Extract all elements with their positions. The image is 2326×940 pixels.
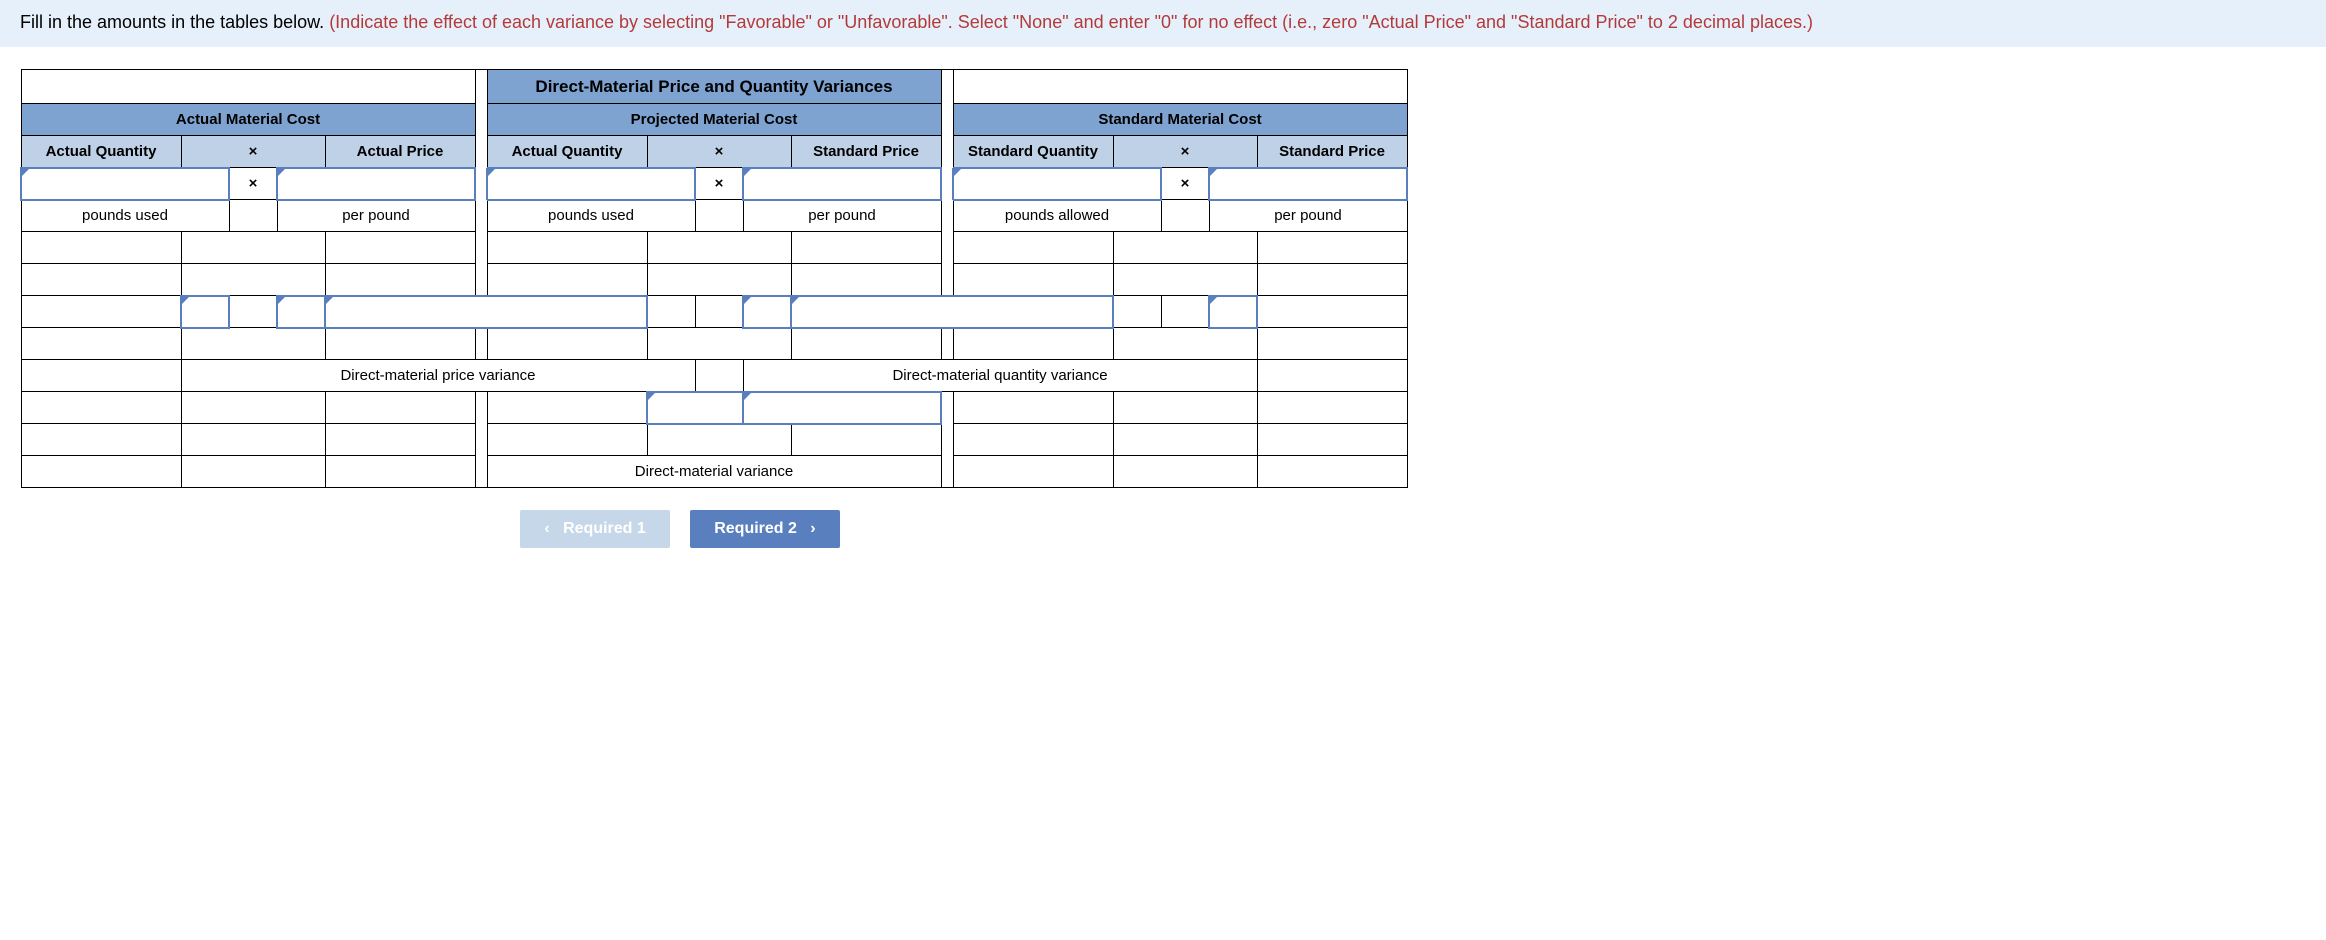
- times-symbol: ×: [695, 168, 743, 200]
- next-button-label: Required 2: [714, 520, 797, 537]
- proj-price-unit: per pound: [743, 200, 941, 232]
- prev-button-label: Required 1: [563, 520, 646, 537]
- proj-standard-price-input[interactable]: [743, 168, 941, 200]
- total-variance-label: Direct-material variance: [487, 456, 941, 488]
- standard-price-input[interactable]: [1209, 168, 1407, 200]
- times-symbol: ×: [647, 136, 791, 168]
- total-variance-input-1b[interactable]: [743, 392, 941, 424]
- prev-button[interactable]: ‹ Required 1: [520, 510, 669, 548]
- actual-cost-header: Actual Material Cost: [21, 104, 475, 136]
- times-symbol: ×: [1113, 136, 1257, 168]
- price-variance-label: Direct-material price variance: [181, 360, 695, 392]
- next-button[interactable]: Required 2 ›: [690, 510, 839, 548]
- actual-quantity-unit: pounds used: [21, 200, 229, 232]
- proj-actual-quantity-input[interactable]: [487, 168, 695, 200]
- times-symbol: ×: [1161, 168, 1209, 200]
- standard-price-label: Standard Price: [1257, 136, 1407, 168]
- variance-table: Direct-Material Price and Quantity Varia…: [20, 69, 1408, 488]
- price-variance-amount-input[interactable]: [325, 296, 647, 328]
- actual-narrow-input-1[interactable]: [181, 296, 229, 328]
- instructions-red: (Indicate the effect of each variance by…: [329, 12, 1813, 32]
- proj-standard-price-label: Standard Price: [791, 136, 941, 168]
- total-variance-input-1a[interactable]: [647, 392, 743, 424]
- std-narrow-input-1[interactable]: [1209, 296, 1257, 328]
- standard-quantity-input[interactable]: [953, 168, 1161, 200]
- projected-cost-header: Projected Material Cost: [487, 104, 941, 136]
- actual-price-label: Actual Price: [325, 136, 475, 168]
- actual-quantity-label: Actual Quantity: [21, 136, 181, 168]
- proj-quantity-unit: pounds used: [487, 200, 695, 232]
- standard-quantity-unit: pounds allowed: [953, 200, 1161, 232]
- proj-narrow-input-1[interactable]: [743, 296, 791, 328]
- proj-actual-quantity-label: Actual Quantity: [487, 136, 647, 168]
- chevron-right-icon: ›: [810, 520, 815, 537]
- table-title: Direct-Material Price and Quantity Varia…: [487, 70, 941, 104]
- actual-quantity-input[interactable]: [21, 168, 229, 200]
- actual-price-input[interactable]: [277, 168, 475, 200]
- instructions-lead: Fill in the amounts in the tables below.: [20, 12, 329, 32]
- quantity-variance-label: Direct-material quantity variance: [743, 360, 1257, 392]
- qty-variance-amount-input[interactable]: [791, 296, 1113, 328]
- standard-cost-header: Standard Material Cost: [953, 104, 1407, 136]
- times-symbol: ×: [229, 168, 277, 200]
- standard-price-unit: per pound: [1209, 200, 1407, 232]
- actual-narrow-input-2[interactable]: [277, 296, 325, 328]
- times-symbol: ×: [181, 136, 325, 168]
- instructions-banner: Fill in the amounts in the tables below.…: [0, 0, 2326, 47]
- chevron-left-icon: ‹: [544, 520, 549, 537]
- actual-price-unit: per pound: [277, 200, 475, 232]
- standard-quantity-label: Standard Quantity: [953, 136, 1113, 168]
- nav-buttons: ‹ Required 1 Required 2 ›: [20, 510, 1340, 548]
